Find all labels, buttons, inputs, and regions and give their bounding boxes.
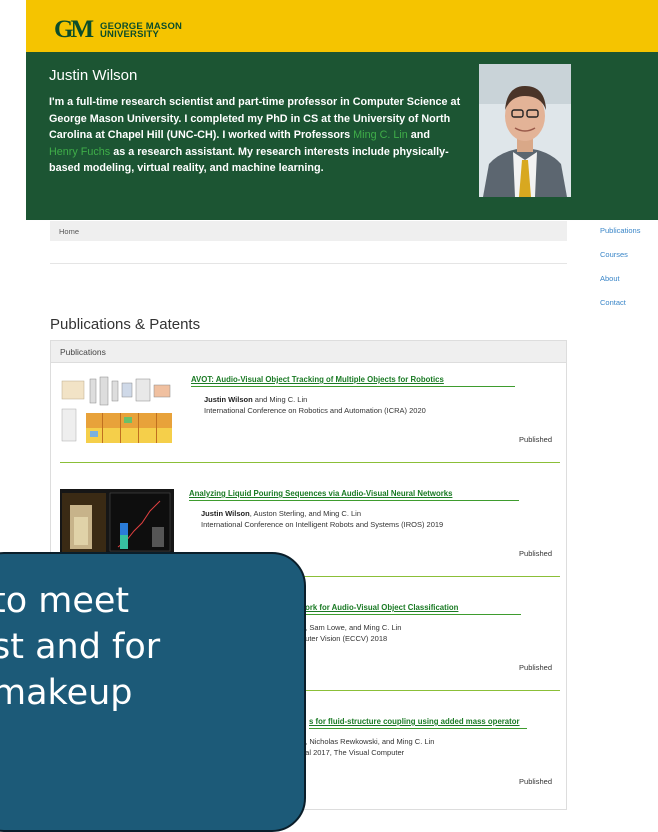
authors-rest: and Ming C. Lin [252, 395, 308, 404]
side-navigation: Publications Courses About Contact [600, 226, 640, 322]
gmu-logo-text: GEORGE MASON UNIVERSITY [100, 22, 182, 40]
title-underline [309, 728, 527, 729]
university-banner: GM GEORGE MASON UNIVERSITY [26, 0, 658, 52]
title-underline [191, 386, 515, 387]
caption-line-1: to meet [0, 581, 130, 621]
publication-separator [60, 462, 560, 463]
author-highlight: Justin Wilson [204, 395, 253, 404]
nav-courses[interactable]: Courses [600, 250, 640, 259]
publication-title-link[interactable]: AVOT: Audio-Visual Object Tracking of Mu… [191, 375, 444, 384]
authors-rest: , Auston Sterling, and Ming C. Lin [249, 509, 362, 518]
publication-title-link[interactable]: work for Audio-Visual Object Classificat… [299, 603, 458, 612]
publication-status: Published [519, 435, 552, 444]
publication-venue: puter Vision (ECCV) 2018 [301, 634, 388, 643]
profile-hero: Justin Wilson I'm a full-time research s… [26, 52, 658, 220]
profile-photo [479, 64, 571, 197]
profile-name: Justin Wilson [49, 67, 138, 84]
publication-title-link[interactable]: s for fluid-structure coupling using add… [309, 717, 520, 726]
publication-status: Published [519, 663, 552, 672]
title-underline [189, 500, 519, 501]
profile-bio: I'm a full-time research scientist and p… [49, 94, 461, 177]
bio-text-2: and [407, 129, 430, 141]
section-title: Publications & Patents [50, 316, 201, 333]
gmu-logo-mark: GM [54, 16, 94, 43]
publication-venue: International Conference on Intelligent … [201, 520, 444, 529]
logo-line-2: UNIVERSITY [100, 29, 160, 40]
breadcrumb: Home [50, 221, 567, 241]
publication-venue: nal 2017, The Visual Computer [301, 748, 405, 757]
nav-contact[interactable]: Contact [600, 298, 640, 307]
publication-authors: Justin Wilson and Ming C. Lin [204, 395, 307, 404]
publication-status: Published [519, 777, 552, 786]
nav-publications[interactable]: Publications [600, 226, 640, 235]
publication-venue: International Conference on Robotics and… [204, 406, 426, 415]
publication-authors: n, Sam Lowe, and Ming C. Lin [301, 623, 401, 632]
publication-status: Published [519, 549, 552, 558]
authors-rest: n, Sam Lowe, and Ming C. Lin [301, 623, 402, 632]
publication-authors: g, Nicholas Rewkowski, and Ming C. Lin [301, 737, 434, 746]
caption-line-2: st and for [0, 627, 161, 667]
divider [50, 263, 567, 264]
caption-text: to meet st and for makeup [0, 578, 160, 716]
author-highlight: Justin Wilson [201, 509, 250, 518]
breadcrumb-home[interactable]: Home [59, 227, 79, 236]
publication-title-link[interactable]: Analyzing Liquid Pouring Sequences via A… [189, 489, 452, 498]
caption-line-3: makeup [0, 673, 133, 713]
nav-about[interactable]: About [600, 274, 640, 283]
publication-authors: Justin Wilson, Auston Sterling, and Ming… [201, 509, 361, 518]
panel-heading: Publications [51, 341, 566, 363]
avot-figure-thumbnail[interactable] [60, 375, 174, 447]
publication-item: AVOT: Audio-Visual Object Tracking of Mu… [51, 369, 568, 484]
liquid-pouring-thumbnail[interactable] [60, 489, 174, 555]
gmu-logo[interactable]: GM GEORGE MASON UNIVERSITY [54, 17, 244, 45]
link-henry-fuchs[interactable]: Henry Fuchs [49, 146, 110, 158]
authors-rest: g, Nicholas Rewkowski, and Ming C. Lin [301, 737, 435, 746]
link-ming-lin[interactable]: Ming C. Lin [353, 129, 408, 141]
title-underline [299, 614, 521, 615]
